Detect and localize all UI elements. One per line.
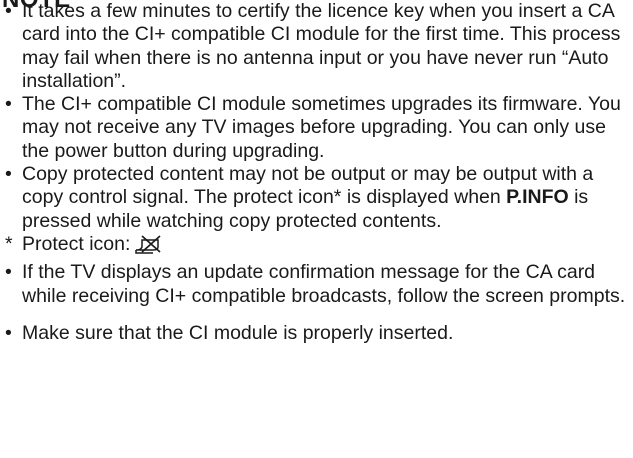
bullet-marker: • [5,163,12,186]
note-text: It takes a few minutes to certify the li… [22,0,621,92]
protect-icon [134,233,162,261]
bullet-marker: • [5,261,12,284]
bullet-marker: • [5,321,12,344]
note-text: Make sure that the CI module is properly… [22,321,454,344]
note-item-copy-protect: • Copy protected content may not be outp… [0,163,633,233]
bullet-marker: • [5,0,12,22]
bullet-marker: • [5,93,12,116]
note-item-firmware: • The CI+ compatible CI module sometimes… [0,93,633,163]
asterisk-marker: * [5,232,13,255]
pinfo-button-label: P.INFO [506,186,569,209]
note-item-module-inserted: • Make sure that the CI module is proper… [0,322,633,345]
note-item-update-message: • If the TV displays an update confirmat… [0,261,633,308]
note-text: The CI+ compatible CI module sometimes u… [22,93,621,162]
note-text: If the TV displays an update confirmatio… [22,261,626,307]
notes-list: • It takes a few minutes to certify the … [0,0,633,345]
note-item-protect-icon: * Protect icon: [0,233,633,261]
manual-page: NOTE • It takes a few minutes to certify… [0,0,633,458]
note-item-certify: • It takes a few minutes to certify the … [0,0,633,93]
protect-icon-label: Protect icon: [22,232,131,255]
